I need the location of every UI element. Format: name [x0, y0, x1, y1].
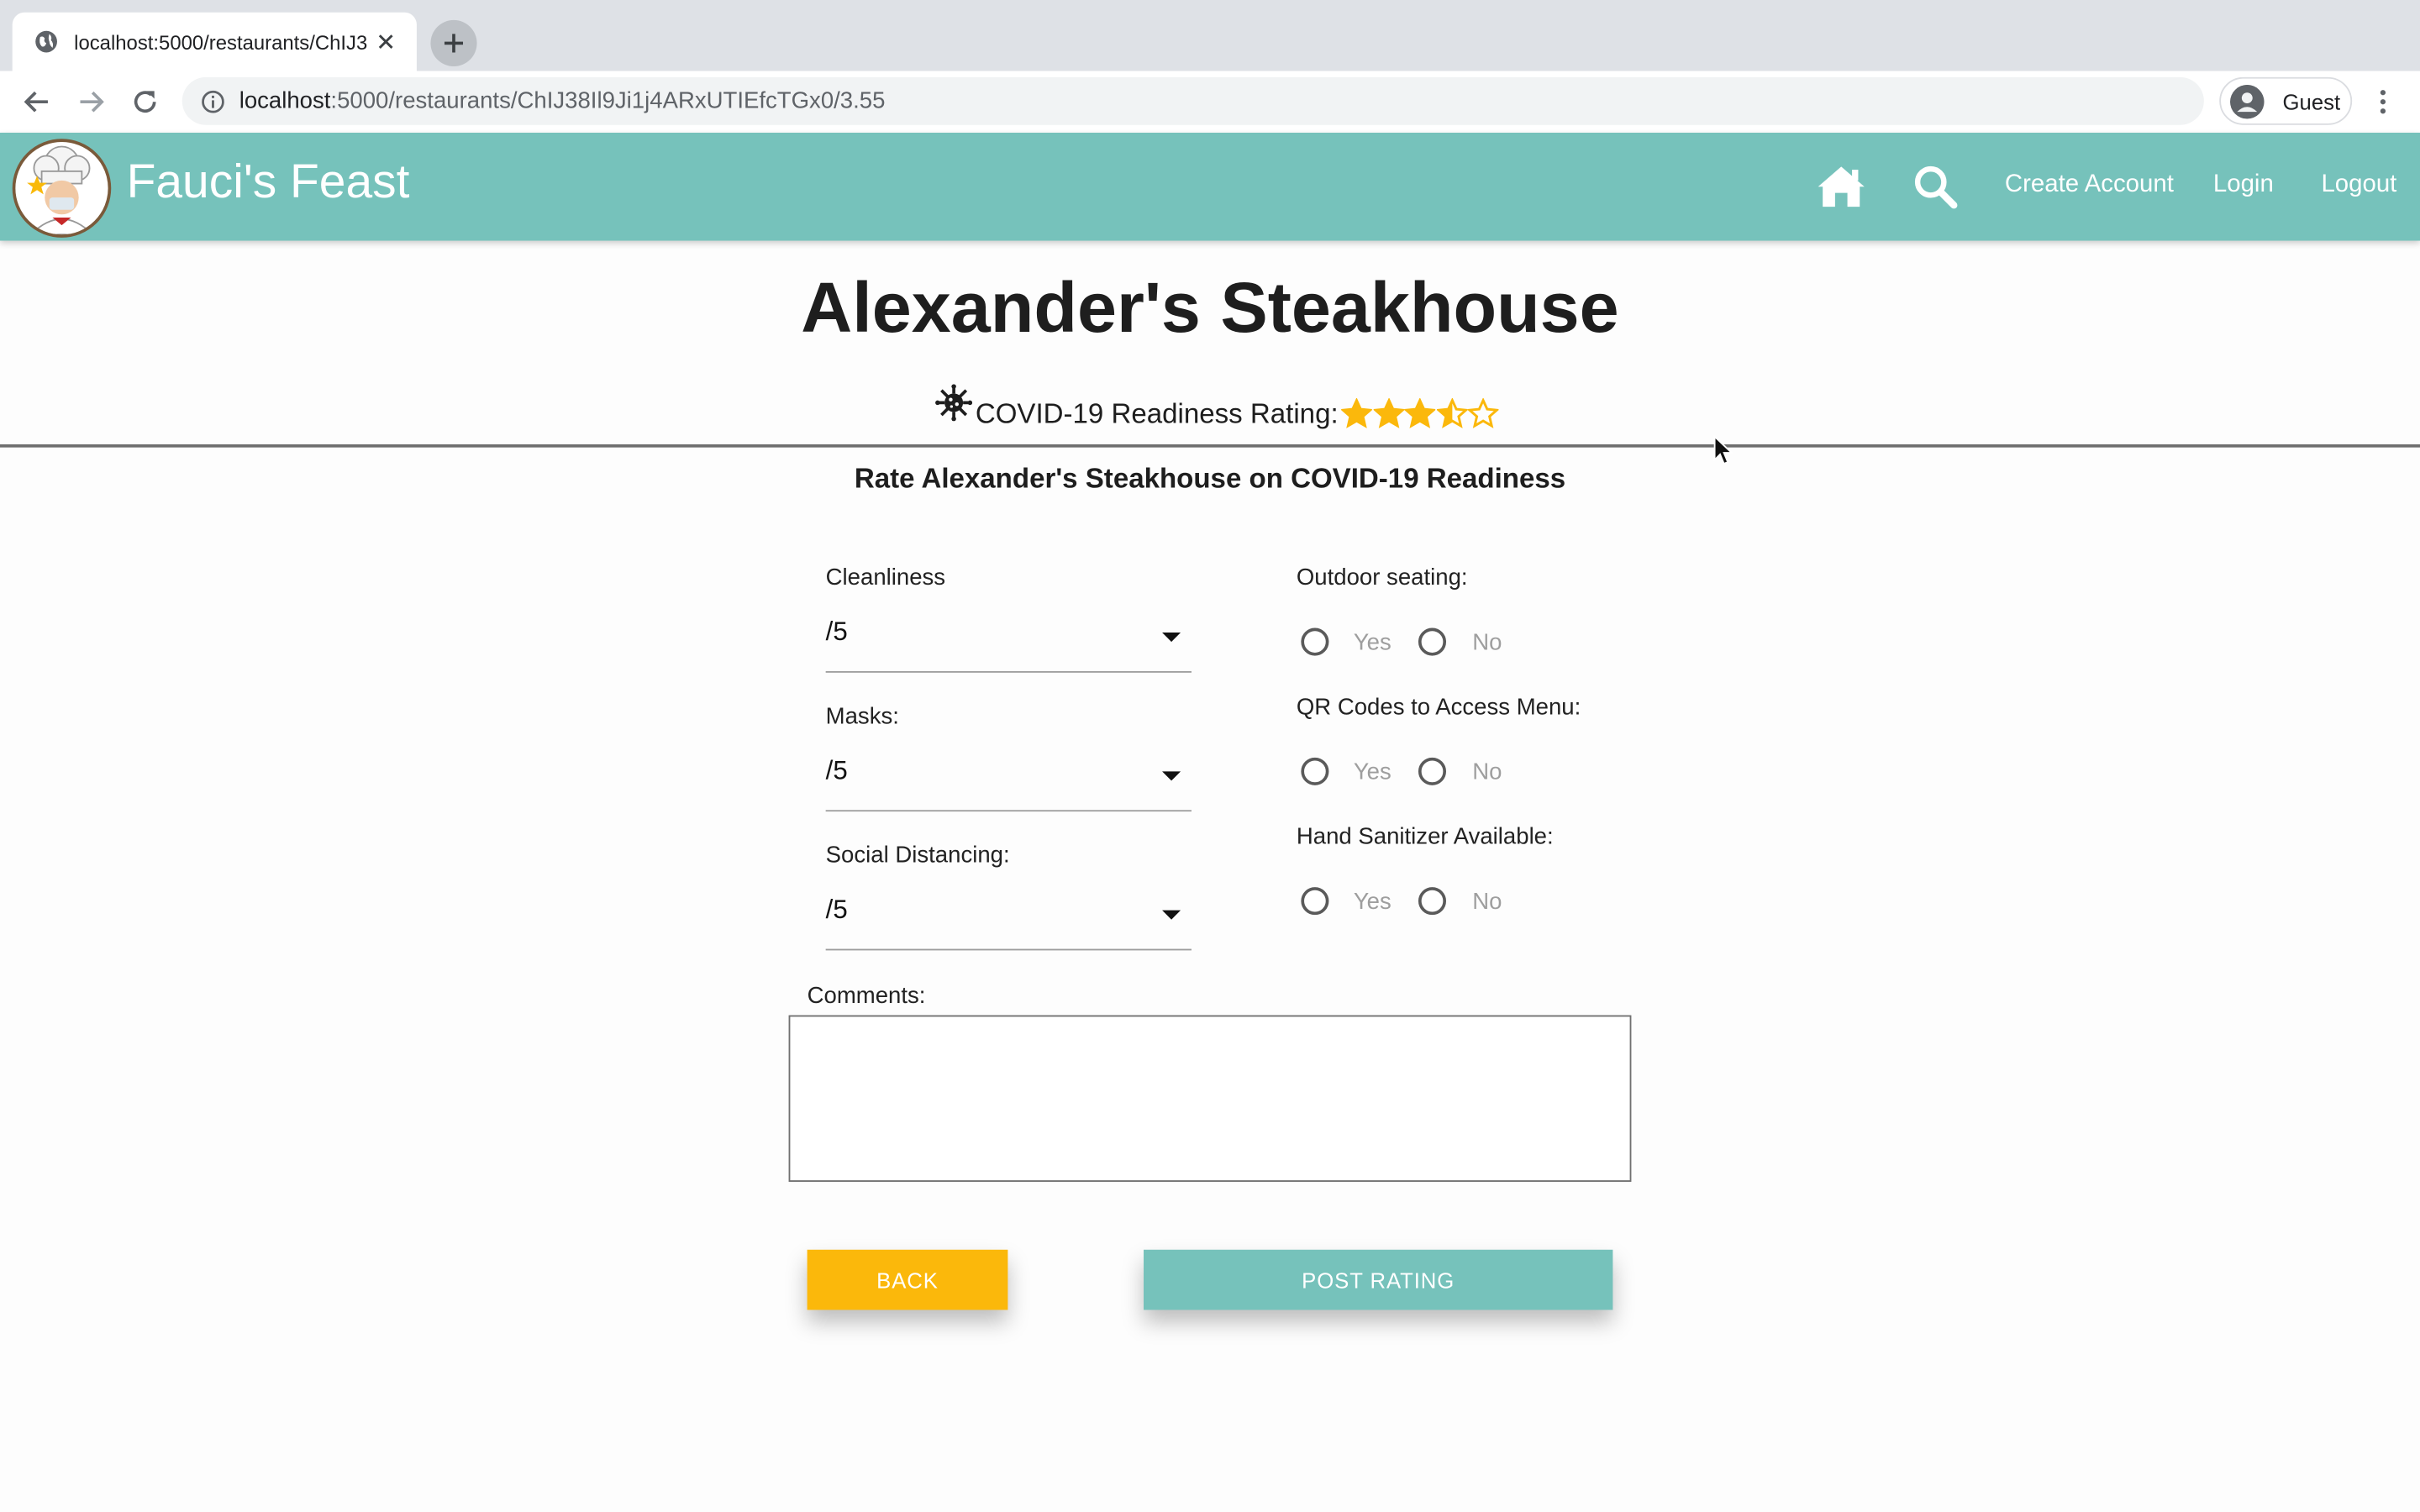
star-half-icon	[1436, 397, 1468, 428]
star-filled-icon	[1404, 397, 1436, 428]
comments-label: Comments:	[807, 983, 926, 1010]
cleanliness-value: /5	[825, 617, 848, 647]
hand-sanitizer-yes-radio[interactable]	[1301, 887, 1329, 916]
hand-sanitizer-no-label: No	[1472, 888, 1502, 916]
close-icon[interactable]	[373, 29, 397, 54]
back-arrow-icon[interactable]	[15, 81, 58, 123]
hand-sanitizer-label: Hand Sanitizer Available:	[1296, 823, 1554, 851]
outdoor-seating-yes-radio[interactable]	[1301, 627, 1329, 656]
browser-toolbar: localhost:5000/restaurants/ChIJ38Il9Ji1j…	[0, 71, 2420, 133]
qr-codes-yes-label: Yes	[1353, 759, 1392, 785]
hand-sanitizer-no-radio[interactable]	[1418, 887, 1447, 916]
back-button[interactable]: BACK	[807, 1249, 1008, 1310]
rating-label: COVID-19 Readiness Rating:	[975, 396, 1339, 428]
restaurant-name: Alexander's Steakhouse	[801, 266, 1619, 348]
social-distancing-label: Social Distancing:	[825, 842, 1010, 869]
social-distancing-value: /5	[825, 895, 848, 925]
divider	[0, 444, 2420, 448]
profile-label: Guest	[2282, 88, 2341, 113]
virus-icon	[935, 384, 973, 422]
qr-codes-no-radio[interactable]	[1418, 757, 1447, 785]
url-host: localhost	[239, 87, 331, 114]
plus-icon	[444, 34, 464, 53]
address-bar[interactable]: localhost:5000/restaurants/ChIJ38Il9Ji1j…	[182, 76, 2204, 125]
forward-arrow-icon[interactable]	[70, 81, 113, 123]
home-icon[interactable]	[1815, 164, 1867, 210]
form-title: Rate Alexander's Steakhouse on COVID-19 …	[854, 463, 1566, 494]
search-icon[interactable]	[1912, 164, 1959, 210]
browser-tab-bar: localhost:5000/restaurants/ChIJ38Il9Ji1j…	[0, 0, 2420, 71]
create-account-link[interactable]: Create Account	[2005, 171, 2174, 199]
globe-icon	[35, 30, 57, 53]
star-empty-icon	[1467, 397, 1499, 428]
star-filled-icon	[1372, 397, 1404, 428]
qr-codes-no-label: No	[1472, 759, 1502, 785]
hand-sanitizer-yes-label: Yes	[1353, 888, 1392, 916]
rating-stars	[1341, 397, 1499, 429]
cleanliness-select[interactable]: /5	[825, 601, 1192, 673]
qr-codes-label: QR Codes to Access Menu:	[1296, 694, 1581, 721]
caret-down-icon	[1162, 771, 1181, 781]
star-filled-icon	[1341, 397, 1373, 428]
login-link[interactable]: Login	[2213, 171, 2274, 199]
masks-select[interactable]: /5	[825, 741, 1192, 812]
masks-label: Masks:	[825, 703, 899, 730]
outdoor-seating-label: Outdoor seating:	[1296, 564, 1468, 591]
cleanliness-label: Cleanliness	[825, 564, 946, 591]
menu-dots-icon[interactable]	[2365, 81, 2402, 123]
info-icon	[202, 89, 224, 113]
outdoor-seating-yes-label: Yes	[1353, 629, 1392, 656]
chef-logo[interactable]	[12, 139, 112, 238]
url-path: :5000/restaurants/ChIJ38Il9Ji1j4ARxUTIEf…	[330, 87, 886, 114]
outdoor-seating-no-label: No	[1472, 629, 1502, 656]
reload-icon[interactable]	[124, 81, 166, 123]
new-tab-button[interactable]	[430, 19, 477, 66]
avatar-icon	[2230, 84, 2265, 118]
caret-down-icon	[1162, 633, 1181, 643]
comments-textarea[interactable]	[788, 1015, 1632, 1182]
profile-button[interactable]: Guest	[2219, 76, 2353, 125]
app-header: Fauci's Feast Create Account Login Logou…	[0, 132, 2420, 241]
caret-down-icon	[1162, 910, 1181, 920]
browser-tab[interactable]: localhost:5000/restaurants/ChIJ38Il9Ji1j…	[12, 12, 417, 71]
qr-codes-yes-radio[interactable]	[1301, 757, 1329, 785]
logout-link[interactable]: Logout	[2321, 171, 2396, 199]
tab-title: localhost:5000/restaurants/ChIJ38Il9Ji1j…	[74, 29, 368, 54]
post-rating-button[interactable]: POST RATING	[1144, 1249, 1613, 1310]
social-distancing-select[interactable]: /5	[825, 879, 1192, 951]
brand-title[interactable]: Fauci's Feast	[127, 155, 410, 210]
outdoor-seating-no-radio[interactable]	[1418, 627, 1447, 656]
covid-rating: COVID-19 Readiness Rating:	[935, 384, 1500, 441]
masks-value: /5	[825, 756, 848, 785]
mouse-cursor-icon	[1713, 434, 1734, 465]
